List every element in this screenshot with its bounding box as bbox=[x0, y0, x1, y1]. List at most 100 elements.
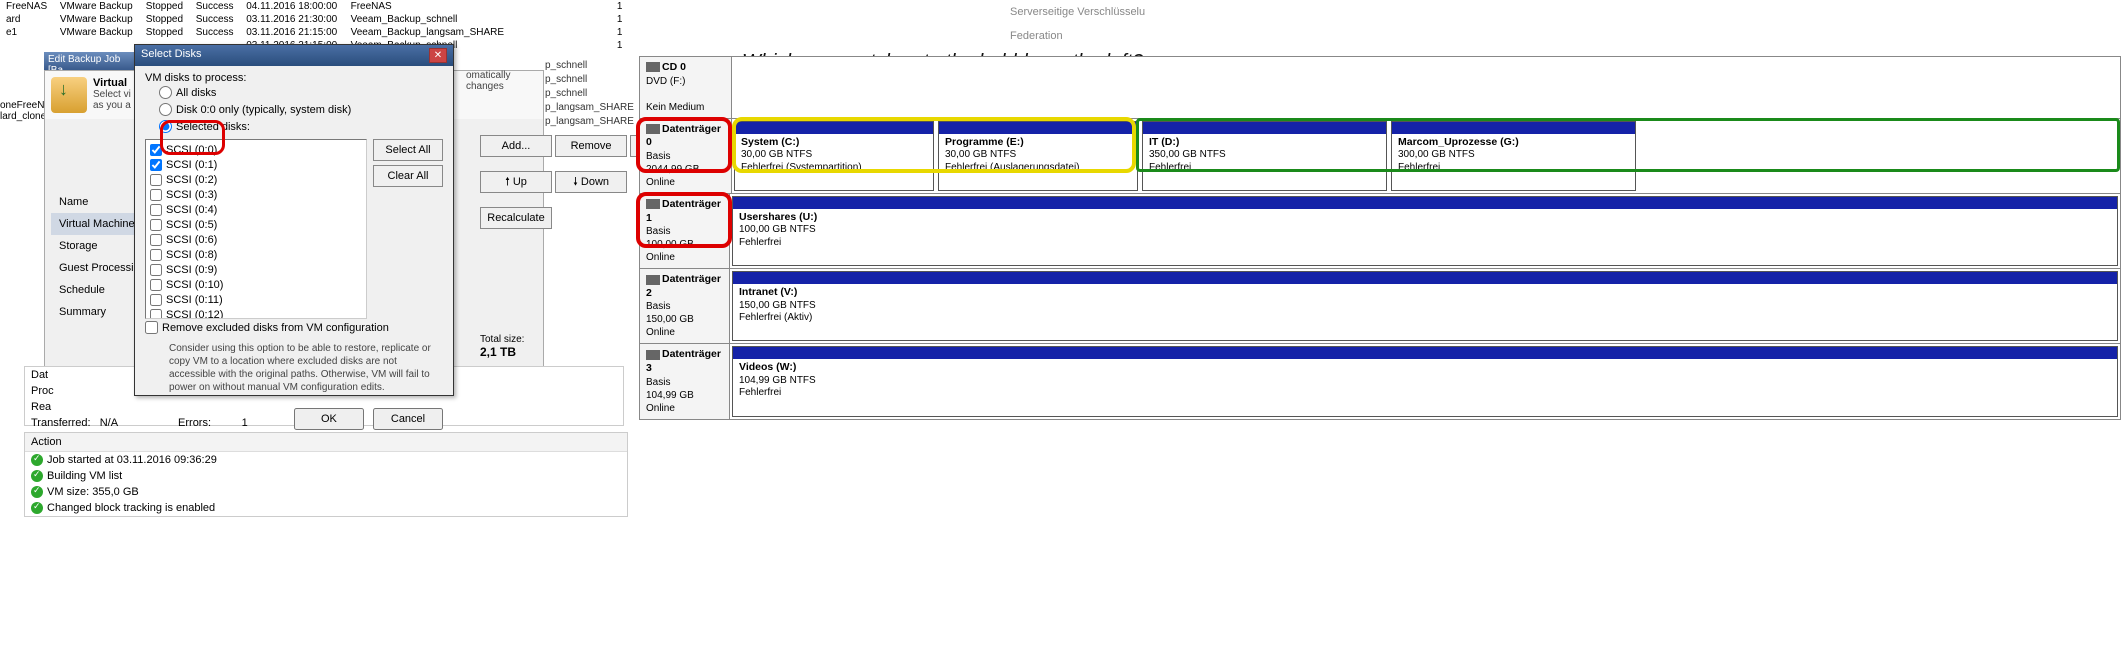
grid-cell bbox=[0, 39, 54, 52]
jobs-grid: FreeNASVMware BackupStoppedSuccess04.11.… bbox=[0, 0, 630, 45]
disk-item[interactable]: SCSI (0:1) bbox=[148, 157, 364, 172]
grid-cell: 03.11.2016 21:30:00 bbox=[240, 13, 344, 26]
action-panel: Action Job started at 03.11.2016 09:36:2… bbox=[24, 432, 628, 517]
grid-cell: 1 bbox=[517, 26, 630, 39]
ok-icon bbox=[31, 454, 43, 466]
ok-button[interactable]: OK bbox=[294, 408, 364, 430]
disk-item[interactable]: SCSI (0:10) bbox=[148, 277, 364, 292]
action-row: Changed block tracking is enabled bbox=[25, 500, 627, 516]
disk-icon bbox=[646, 199, 660, 209]
disk-item[interactable]: SCSI (0:3) bbox=[148, 187, 364, 202]
disk-list[interactable]: SCSI (0:0)SCSI (0:1)SCSI (0:2)SCSI (0:3)… bbox=[145, 139, 367, 319]
peek-item: p_schnell bbox=[545, 74, 634, 88]
left-tree: oneFreeNAS lard_clone1 bbox=[0, 100, 45, 122]
disk-icon bbox=[646, 124, 660, 134]
grid-cell: FreeNAS bbox=[0, 0, 54, 13]
grid-cell: VMware Backup bbox=[54, 13, 140, 26]
grid-cell: Success bbox=[190, 13, 240, 26]
remove-note: Consider using this option to be able to… bbox=[145, 336, 443, 394]
disk-icon bbox=[646, 350, 660, 360]
volume[interactable]: Videos (W:)104,99 GB NTFSFehlerfrei bbox=[732, 346, 2118, 416]
right-top-l2[interactable]: Federation bbox=[1010, 24, 1210, 48]
down-button[interactable]: 🠗 Down bbox=[555, 171, 627, 193]
remove-excluded-checkbox[interactable]: Remove excluded disks from VM configurat… bbox=[145, 319, 443, 336]
wizard-icon bbox=[51, 77, 87, 113]
remove-button[interactable]: Remove bbox=[555, 135, 627, 157]
disk-item[interactable]: SCSI (0:0) bbox=[148, 142, 364, 157]
disk-item[interactable]: SCSI (0:12) bbox=[148, 307, 364, 319]
grid-cell bbox=[54, 39, 140, 52]
total-size: Total size: 2,1 TB bbox=[480, 334, 524, 359]
grid-cell: Veeam_Backup_langsam_SHARE bbox=[345, 26, 517, 39]
grid-cell: e1 bbox=[0, 26, 54, 39]
right-top-links: Serverseitige Verschlüsselu Federation bbox=[1010, 0, 1210, 48]
action-row: VM size: 355,0 GB bbox=[25, 484, 627, 500]
right-top-l1[interactable]: Serverseitige Verschlüsselu bbox=[1010, 0, 1210, 24]
ok-icon bbox=[31, 470, 43, 482]
select-disks-title: Select Disks bbox=[141, 48, 202, 63]
close-icon[interactable]: ✕ bbox=[429, 48, 447, 63]
disk-item[interactable]: SCSI (0:2) bbox=[148, 172, 364, 187]
volume[interactable]: Marcom_Uprozesse (G:)300,00 GB NTFSFehle… bbox=[1391, 121, 1636, 191]
volume[interactable]: Intranet (V:)150,00 GB NTFSFehlerfrei (A… bbox=[732, 271, 2118, 341]
action-row: Building VM list bbox=[25, 468, 627, 484]
peek-item: p_langsam_SHARE bbox=[545, 102, 634, 116]
grid-cell: VMware Backup bbox=[54, 26, 140, 39]
volume[interactable]: IT (D:)350,00 GB NTFSFehlerfrei bbox=[1142, 121, 1387, 191]
action-header: Action bbox=[25, 433, 627, 452]
cd-label[interactable]: CD 0DVD (F:)Kein Medium bbox=[640, 57, 732, 118]
disk-icon bbox=[646, 275, 660, 285]
vm-disks-label: VM disks to process: bbox=[145, 72, 443, 84]
grid-cell: 03.11.2016 21:15:00 bbox=[240, 26, 344, 39]
edit-job-title: Edit Backup Job [Ba bbox=[44, 52, 134, 70]
grid-cell: 04.11.2016 18:00:00 bbox=[240, 0, 344, 13]
grid-cell: 1 bbox=[517, 39, 630, 52]
volume[interactable]: Programme (E:)30,00 GB NTFSFehlerfrei (A… bbox=[938, 121, 1138, 191]
grid-cell: 1 bbox=[517, 0, 630, 13]
grid-cell: Stopped bbox=[140, 13, 190, 26]
grid-cell: FreeNAS bbox=[345, 0, 517, 13]
action-row: Job started at 03.11.2016 09:36:29 bbox=[25, 452, 627, 468]
wizard-sub: Select vias you a bbox=[93, 89, 131, 111]
disk-item[interactable]: SCSI (0:6) bbox=[148, 232, 364, 247]
grid-cell: ard bbox=[0, 13, 54, 26]
peek-text: omatically changes bbox=[466, 70, 542, 92]
disk-item[interactable]: SCSI (0:5) bbox=[148, 217, 364, 232]
ok-icon bbox=[31, 486, 43, 498]
select-all-button[interactable]: Select All bbox=[373, 139, 443, 161]
disk-label[interactable]: Datenträger 2Basis150,00 GBOnline bbox=[640, 269, 730, 343]
add-button[interactable]: Add... bbox=[480, 135, 552, 157]
radio-disk00[interactable]: Disk 0:0 only (typically, system disk) bbox=[145, 101, 443, 118]
wizard-title: Virtual bbox=[93, 77, 131, 89]
radio-all-disks[interactable]: All disks bbox=[145, 84, 443, 101]
peek-item: p_langsam_SHARE bbox=[545, 116, 634, 130]
grid-cell: Success bbox=[190, 0, 240, 13]
disk-item[interactable]: SCSI (0:4) bbox=[148, 202, 364, 217]
cancel-button[interactable]: Cancel bbox=[373, 408, 443, 430]
radio-selected[interactable]: Selected disks: bbox=[145, 118, 443, 135]
grid-cell: Stopped bbox=[140, 26, 190, 39]
disk-item[interactable]: SCSI (0:8) bbox=[148, 247, 364, 262]
grid-cell: Veeam_Backup_schnell bbox=[345, 13, 517, 26]
recalculate-button[interactable]: Recalculate bbox=[480, 207, 552, 229]
grid-cell: VMware Backup bbox=[54, 0, 140, 13]
peek-list: p_schnellp_schnellp_schnellp_langsam_SHA… bbox=[545, 60, 634, 130]
peek-item: p_schnell bbox=[545, 88, 634, 102]
disk-label[interactable]: Datenträger 3Basis104,99 GBOnline bbox=[640, 344, 730, 418]
up-button[interactable]: 🠕 Up bbox=[480, 171, 552, 193]
clear-all-button[interactable]: Clear All bbox=[373, 165, 443, 187]
disk-management: CD 0DVD (F:)Kein MediumDatenträger 0Basi… bbox=[639, 56, 2121, 420]
peek-item: p_schnell bbox=[545, 60, 634, 74]
disk-item[interactable]: SCSI (0:9) bbox=[148, 262, 364, 277]
tree-item[interactable]: oneFreeNAS bbox=[0, 100, 45, 111]
disk-item[interactable]: SCSI (0:11) bbox=[148, 292, 364, 307]
tree-item[interactable]: lard_clone1 bbox=[0, 111, 45, 122]
volume[interactable]: System (C:)30,00 GB NTFSFehlerfrei (Syst… bbox=[734, 121, 934, 191]
grid-cell: Stopped bbox=[140, 0, 190, 13]
disk-label[interactable]: Datenträger 1Basis100,00 GBOnline bbox=[640, 194, 730, 268]
ok-icon bbox=[31, 502, 43, 514]
disk-label[interactable]: Datenträger 0Basis2044,99 GBOnline bbox=[640, 119, 732, 193]
grid-cell: Success bbox=[190, 26, 240, 39]
volume[interactable]: Usershares (U:)100,00 GB NTFSFehlerfrei bbox=[732, 196, 2118, 266]
grid-cell: 1 bbox=[517, 13, 630, 26]
